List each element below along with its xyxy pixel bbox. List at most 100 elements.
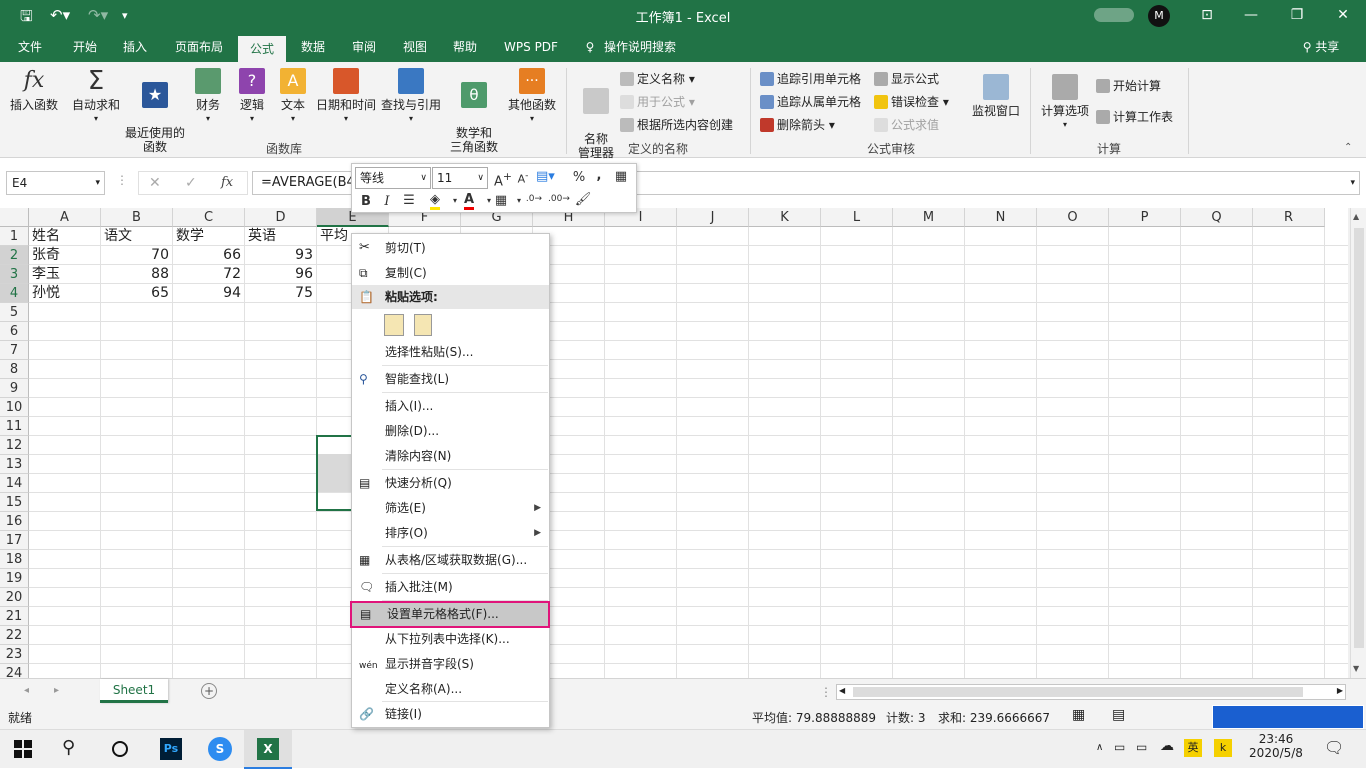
row-header-1[interactable]: 1 [0, 227, 29, 246]
cell-a3[interactable]: 李玉 [29, 265, 100, 284]
worksheet-grid[interactable]: ABCDEFGHIJKLMNOPQR 1 2 3 4 5 6 7 8 9 10 11 12 13 14 15… [0, 208, 1350, 678]
notification-icon[interactable]: 🗨 [1324, 738, 1344, 757]
add-sheet-icon[interactable]: + [201, 683, 217, 699]
datetime-button[interactable]: 日期和时间 ▾ [314, 68, 378, 126]
column-header-m[interactable]: M [893, 208, 965, 227]
horizontal-scrollbar[interactable]: ◀ ▶ [836, 684, 1346, 700]
column-header-c[interactable]: C [173, 208, 245, 227]
menu-pick-from-list[interactable]: 从下拉列表中选择(K)... [352, 627, 549, 651]
row-header-20[interactable]: 20 [0, 588, 29, 607]
onedrive-icon[interactable]: ☁ [1160, 738, 1174, 754]
search-icon[interactable]: ⚲ [62, 737, 75, 758]
ime-toolbar[interactable] [1212, 705, 1364, 729]
menu-cut[interactable]: ✂ 剪切(T) [352, 236, 549, 260]
cell-d4[interactable]: 75 [245, 284, 316, 303]
show-formulas-button[interactable]: 显示公式 [874, 69, 939, 89]
row-header-14[interactable]: 14 [0, 474, 29, 493]
windows-start-icon[interactable] [14, 740, 32, 758]
name-manager-button[interactable]: 名称 管理器 [574, 74, 618, 174]
paste-formula-icon[interactable] [384, 314, 404, 336]
cell-c2[interactable]: 66 [173, 246, 244, 265]
evaluate-formula-button[interactable]: 公式求值 [874, 115, 939, 135]
cell-c3[interactable]: 72 [173, 265, 244, 284]
tab-file[interactable]: 文件 [8, 32, 52, 62]
increase-font-icon[interactable]: A+ [494, 170, 512, 189]
column-header-o[interactable]: O [1037, 208, 1109, 227]
page-layout-view-icon[interactable]: ▤ [1112, 707, 1125, 723]
avatar[interactable]: M [1148, 5, 1170, 27]
select-all-corner[interactable] [0, 208, 29, 227]
column-header-l[interactable]: L [821, 208, 893, 227]
create-from-selection-button[interactable]: 根据所选内容创建 [620, 115, 733, 135]
excel-taskbar-button[interactable]: X [244, 730, 292, 769]
menu-link[interactable]: 🔗 链接(I) [352, 702, 549, 726]
clock[interactable]: 23:46 2020/5/8 [1244, 732, 1308, 760]
cell-d2[interactable]: 93 [245, 246, 316, 265]
menu-format-cells[interactable]: ▤ 设置单元格格式(F)... [350, 601, 550, 628]
menu-insert[interactable]: 插入(I)... [352, 394, 549, 418]
row-header-7[interactable]: 7 [0, 341, 29, 360]
row-header-18[interactable]: 18 [0, 550, 29, 569]
row-header-24[interactable]: 24 [0, 664, 29, 678]
cell-b2[interactable]: 70 [101, 246, 172, 265]
tell-me-search[interactable]: 操作说明搜索 [604, 32, 694, 62]
decrease-font-icon[interactable]: A- [514, 170, 532, 186]
column-header-a[interactable]: A [29, 208, 101, 227]
tray-expand-icon[interactable]: ∧ [1096, 742, 1103, 753]
row-header-12[interactable]: 12 [0, 436, 29, 455]
sheet-tab-sheet1[interactable]: Sheet1 [100, 679, 168, 703]
menu-delete[interactable]: 删除(D)... [352, 419, 549, 443]
normal-view-icon[interactable]: ▦ [1072, 707, 1085, 723]
remove-arrows-button[interactable]: 删除箭头 ▾ [760, 115, 835, 135]
font-size-box[interactable]: 11 ∨ [432, 167, 488, 189]
cell-a2[interactable]: 张奇 [29, 246, 100, 265]
cell-d1[interactable]: 英语 [245, 227, 316, 246]
menu-insert-comment[interactable]: 🗨 插入批注(M) [352, 575, 549, 599]
define-name-button[interactable]: 定义名称 ▾ [620, 69, 695, 89]
row-header-22[interactable]: 22 [0, 626, 29, 645]
trace-precedents-button[interactable]: 追踪引用单元格 [760, 69, 861, 89]
next-sheet-icon[interactable]: ▸ [54, 685, 59, 696]
menu-filter[interactable]: 筛选(E) ▶ [352, 496, 549, 520]
sogou-icon[interactable]: S [208, 737, 232, 761]
column-header-n[interactable]: N [965, 208, 1037, 227]
italic-button[interactable]: I [378, 194, 396, 209]
row-header-5[interactable]: 5 [0, 303, 29, 322]
borders-icon[interactable]: ▦ [492, 193, 510, 208]
collapse-ribbon-icon[interactable]: ⌃ [1344, 142, 1352, 153]
row-header-10[interactable]: 10 [0, 398, 29, 417]
scroll-left-icon[interactable]: ◀ [839, 686, 845, 695]
vertical-scroll-thumb[interactable] [1354, 228, 1364, 648]
column-header-p[interactable]: P [1109, 208, 1181, 227]
kingsoft-icon[interactable]: k [1214, 739, 1232, 757]
minimize-button[interactable]: — [1228, 4, 1274, 28]
row-header-15[interactable]: 15 [0, 493, 29, 512]
row-header-17[interactable]: 17 [0, 531, 29, 550]
cell-c1[interactable]: 数学 [173, 227, 244, 246]
column-header-b[interactable]: B [101, 208, 173, 227]
horizontal-scroll-thumb[interactable] [853, 687, 1303, 697]
menu-get-data-from-table[interactable]: ▦ 从表格/区域获取数据(G)... [352, 548, 549, 572]
menu-define-name[interactable]: 定义名称(A)... [352, 677, 549, 701]
photoshop-icon[interactable]: Ps [160, 738, 182, 760]
column-header-r[interactable]: R [1253, 208, 1325, 227]
align-center-icon[interactable]: ☰ [400, 193, 418, 208]
menu-copy[interactable]: ⧉ 复制(C) [352, 261, 549, 285]
bold-button[interactable]: B [357, 194, 375, 209]
other-functions-button[interactable]: ··· 其他函数 ▾ [506, 68, 558, 126]
error-checking-button[interactable]: 错误检查 ▾ [874, 92, 949, 112]
expand-formula-icon[interactable]: ▾ [1350, 172, 1355, 194]
cancel-icon[interactable]: ✕ [149, 172, 161, 194]
share-button[interactable]: ⚲ 共享 [1296, 32, 1346, 62]
cell-d3[interactable]: 96 [245, 265, 316, 284]
tab-home[interactable]: 开始 [62, 32, 108, 62]
close-button[interactable]: ✕ [1320, 4, 1366, 28]
row-header-9[interactable]: 9 [0, 379, 29, 398]
enter-icon[interactable]: ✓ [185, 172, 197, 194]
row-header-19[interactable]: 19 [0, 569, 29, 588]
column-header-d[interactable]: D [245, 208, 317, 227]
row-header-6[interactable]: 6 [0, 322, 29, 341]
comma-style-button[interactable]: , [590, 168, 608, 183]
cell-a4[interactable]: 孙悦 [29, 284, 100, 303]
scroll-down-icon[interactable]: ▼ [1353, 664, 1359, 673]
